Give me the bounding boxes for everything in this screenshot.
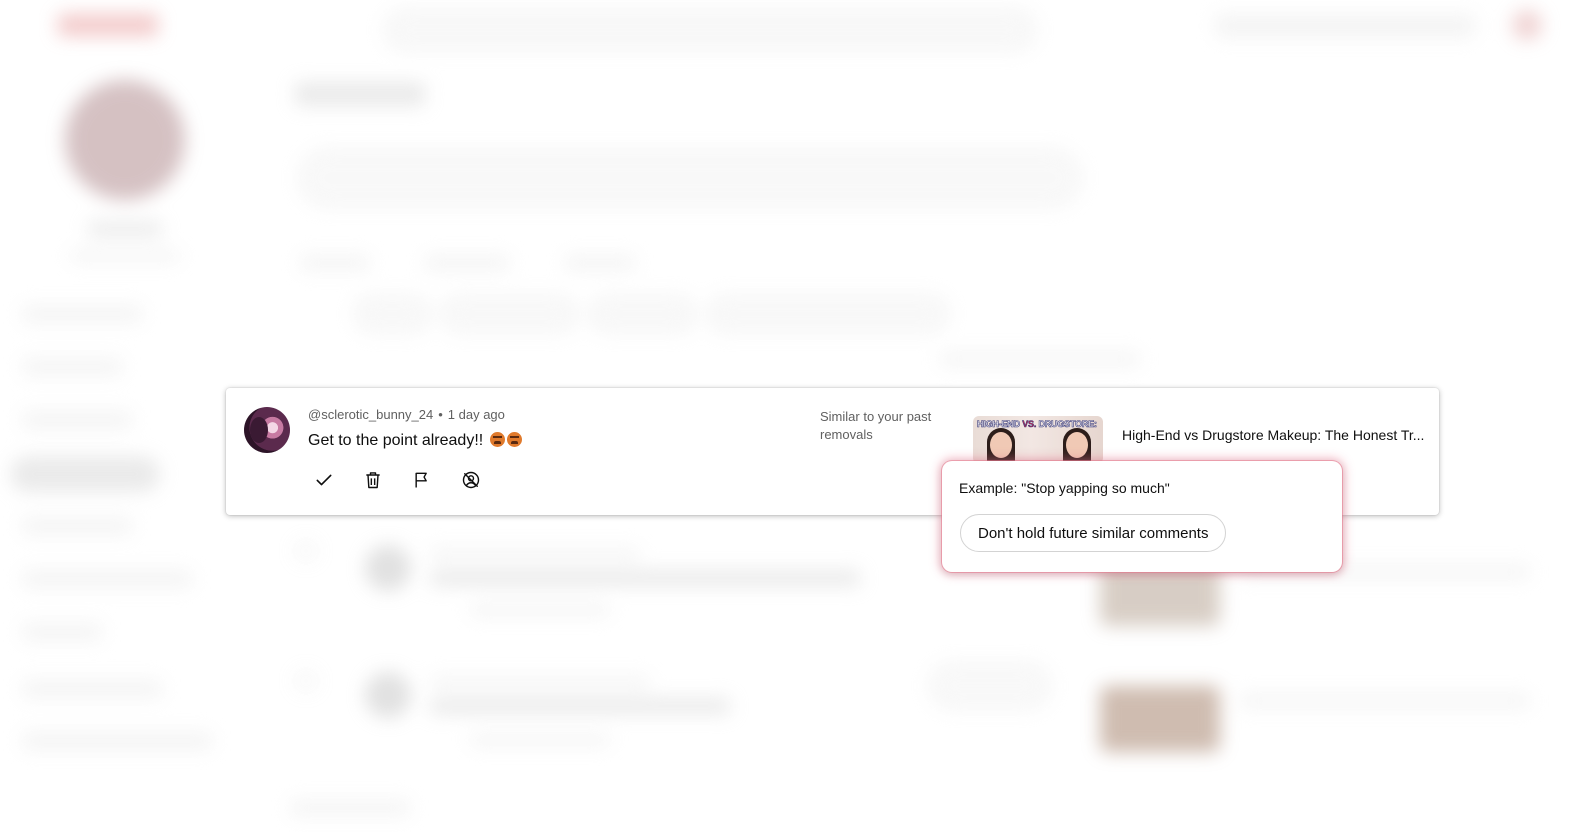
bg-nav-9 [22, 732, 212, 750]
hide-user-button[interactable] [459, 468, 483, 492]
comment-time: 1 day ago [447, 407, 505, 422]
flag-icon [415, 472, 427, 488]
comment-meta: @sclerotic_bunny_24 • 1 day ago [308, 407, 505, 422]
bg-row-thumb-2 [1100, 686, 1220, 752]
bg-logo [58, 14, 158, 36]
dont-hold-similar-button[interactable]: Don't hold future similar comments [960, 514, 1227, 552]
bg-header-items [1215, 14, 1475, 38]
bg-tab-1 [300, 255, 370, 271]
bg-row-meta-2 [430, 676, 650, 688]
bg-channel-sub [70, 250, 180, 262]
report-button[interactable] [410, 468, 434, 492]
bg-account-avatar [1512, 10, 1542, 40]
bg-row-avatar-2 [365, 672, 411, 718]
bg-row-checkbox-2 [297, 672, 315, 690]
bg-row-text-2 [430, 698, 730, 714]
bg-channel-avatar [65, 80, 185, 200]
similar-comments-popup: Example: "Stop yapping so much" Don't ho… [942, 461, 1342, 572]
bg-nav-3 [22, 411, 132, 429]
bg-nav-1 [22, 305, 142, 323]
comment-body: Get to the point already!! [308, 432, 522, 450]
bg-page-title [295, 82, 425, 106]
trash-icon [366, 472, 380, 489]
bg-filter-box [300, 150, 1080, 206]
bg-chip-4 [708, 296, 948, 332]
commenter-avatar[interactable] [244, 407, 290, 453]
bg-col-header [940, 352, 1140, 366]
bg-nav-6 [22, 570, 192, 588]
bg-row-avatar-1 [365, 545, 411, 591]
bg-row-meta-1 [430, 548, 640, 560]
enraged-face-icon [506, 432, 522, 447]
bg-nav-8 [22, 680, 162, 698]
bg-channel-name [88, 222, 162, 236]
thumbnail-caption: HIGH-END VS. DRUGSTORE: [977, 419, 1098, 430]
bg-nav-active [10, 456, 160, 492]
comment-text: Get to the point already!! [308, 432, 484, 449]
meta-separator: • [438, 407, 443, 422]
comment-author[interactable]: @sclerotic_bunny_24 [308, 407, 433, 422]
bg-row-actions-2 [470, 734, 610, 746]
bg-chip-3 [590, 296, 695, 332]
thumb-face-right [1066, 432, 1088, 458]
bg-chip-1 [355, 296, 430, 332]
bg-row-text-1 [430, 570, 860, 586]
hide-user-icon [462, 471, 480, 489]
approve-button[interactable] [312, 468, 336, 492]
delete-button[interactable] [361, 468, 385, 492]
bg-row-chip-2 [930, 664, 1050, 708]
bg-tab-2 [425, 255, 510, 271]
comment-actions [312, 468, 483, 492]
bg-nav-7 [22, 623, 102, 641]
check-icon [316, 474, 332, 486]
bg-tab-3 [565, 255, 635, 271]
video-thumbnail[interactable]: HIGH-END VS. DRUGSTORE: [973, 416, 1103, 464]
bg-chip-2 [442, 296, 577, 332]
bg-search-bar [385, 10, 1035, 50]
bg-row-actions-1 [470, 604, 610, 616]
thumb-face-left [990, 432, 1012, 458]
bg-footer-text [290, 800, 410, 816]
hold-reason: Similar to your past removals [820, 409, 932, 442]
popup-example-text: Example: "Stop yapping so much" [959, 480, 1170, 496]
bg-nav-2 [22, 358, 122, 376]
video-title[interactable]: High-End vs Drugstore Makeup: The Honest… [1122, 427, 1432, 443]
bg-nav-5 [22, 517, 132, 535]
enraged-face-icon [489, 432, 505, 447]
bg-row-title-2 [1240, 694, 1530, 708]
bg-row-checkbox-1 [297, 542, 315, 560]
